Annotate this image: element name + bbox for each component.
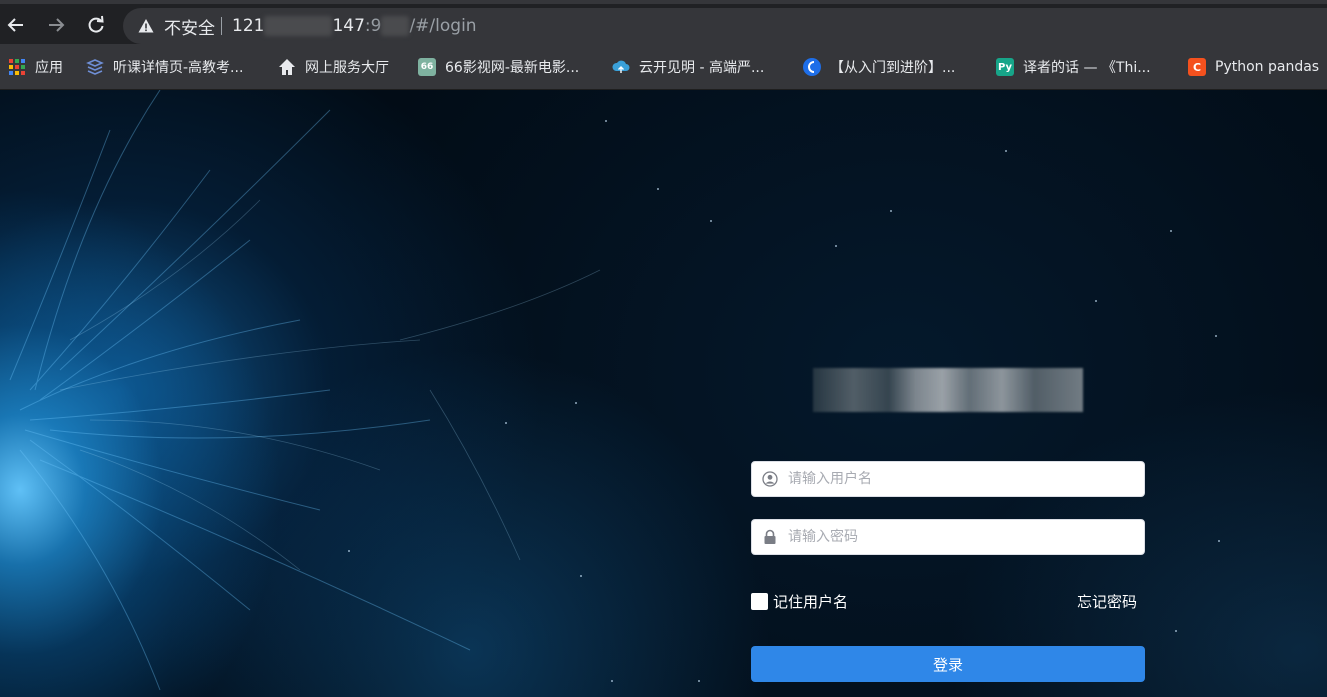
browser-toolbar: 不安全 121 147 :9 /#/login (0, 0, 1327, 44)
star (605, 120, 607, 122)
url-host-mid: 147 (332, 16, 365, 36)
url-redaction (264, 16, 333, 36)
apps-grid-icon (8, 58, 26, 76)
remember-username-checkbox[interactable]: 记住用户名 (751, 591, 848, 612)
bookmark-apps[interactable]: 应用 (8, 55, 63, 79)
user-icon (752, 471, 788, 487)
bookmark-item[interactable]: 66 66影视网-最新电影... (418, 55, 579, 79)
python-icon: Py (996, 58, 1014, 76)
star (1095, 300, 1097, 302)
bookmark-label: 云开见明 - 高端严... (639, 60, 765, 76)
star (890, 210, 892, 212)
username-field[interactable] (751, 461, 1145, 497)
bookmark-label: Python pandas (1215, 59, 1320, 75)
bookmark-item[interactable]: 听课详情页-高教考... (86, 55, 243, 79)
back-button[interactable] (3, 12, 29, 38)
film-icon: 66 (418, 58, 436, 76)
star (1175, 630, 1177, 632)
bookmark-item[interactable]: 【从入门到进阶】... (803, 55, 955, 79)
password-field[interactable] (751, 519, 1145, 555)
address-divider (221, 17, 222, 35)
star (1215, 335, 1217, 337)
star (1218, 540, 1220, 542)
remember-username-label: 记住用户名 (773, 593, 849, 611)
address-bar[interactable]: 不安全 121 147 :9 /#/login (123, 8, 1327, 44)
star (580, 575, 582, 577)
star (835, 245, 837, 247)
c-letter-icon: C (1188, 58, 1206, 76)
bookmark-item[interactable]: C Python pandas (1188, 55, 1319, 79)
star (698, 680, 700, 682)
reload-icon (88, 15, 104, 33)
bookmark-label: 网上服务大厅 (305, 60, 389, 76)
bookmark-label: 66影视网-最新电影... (445, 60, 580, 76)
reload-button[interactable] (83, 12, 109, 38)
bookmark-label: 听课详情页-高教考... (113, 60, 244, 76)
url-port-prefix: :9 (364, 16, 382, 36)
warning-icon (138, 18, 154, 34)
url-host-prefix: 121 (232, 16, 265, 36)
bookmark-label: 【从入门到进阶】... (830, 60, 956, 76)
star (710, 220, 712, 222)
username-input[interactable] (788, 463, 1144, 495)
star (611, 680, 613, 682)
circle-icon (803, 58, 821, 76)
password-input[interactable] (788, 521, 1144, 553)
star (575, 402, 577, 404)
bookmark-label: 译者的话 — 《Thi... (1023, 60, 1151, 76)
bookmarks-bar: 应用 听课详情页-高教考... 网上服务大厅 66 66影视网-最新电影... (0, 44, 1327, 90)
home-icon (278, 58, 296, 76)
cloud-icon (612, 58, 630, 76)
star (1005, 150, 1007, 152)
arrow-left-icon (7, 18, 23, 32)
bookmark-item[interactable]: 云开见明 - 高端严... (612, 55, 764, 79)
security-status-label[interactable]: 不安全 (164, 14, 215, 39)
bookmark-label: 应用 (35, 60, 63, 76)
forward-button[interactable] (43, 12, 69, 38)
checkbox-box[interactable] (751, 593, 768, 610)
star (1170, 230, 1172, 232)
url-path: /#/login (409, 16, 477, 36)
lock-icon (752, 529, 788, 545)
arrow-right-icon (49, 18, 65, 32)
star (348, 550, 350, 552)
bookmark-item[interactable]: Py 译者的话 — 《Thi... (996, 55, 1151, 79)
bookmark-item[interactable]: 网上服务大厅 (278, 55, 389, 79)
login-button[interactable]: 登录 (751, 646, 1145, 682)
forgot-password-link[interactable]: 忘记密码 (1077, 591, 1137, 612)
star (657, 188, 659, 190)
login-page-background: 记住用户名 忘记密码 登录 (0, 90, 1327, 697)
site-logo-redacted (813, 368, 1083, 412)
layers-icon (86, 58, 104, 76)
star (505, 422, 507, 424)
url-port-redaction (381, 16, 410, 36)
